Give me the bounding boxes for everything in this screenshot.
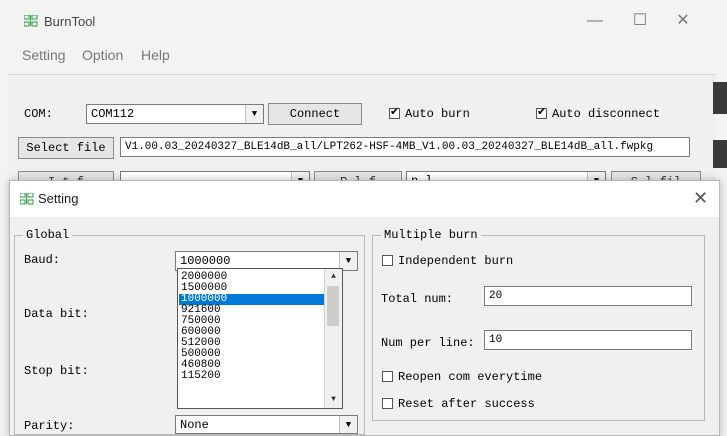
total-num-field[interactable]: 20 [484, 286, 692, 306]
burntool-app-icon [20, 193, 34, 205]
burntool-app-icon [24, 15, 38, 27]
num-per-line-field[interactable]: 10 [484, 330, 692, 350]
reset-after-success-box [382, 398, 393, 409]
baud-dropdown-list[interactable]: 2000000 1500000 1000000 921600 750000 60… [177, 268, 343, 409]
minimize-icon[interactable]: — [583, 11, 607, 31]
com-value: COM112 [91, 107, 135, 121]
chevron-down-icon[interactable]: ▼ [339, 416, 357, 433]
independent-burn-box [382, 255, 393, 266]
connect-button[interactable]: Connect [268, 103, 362, 125]
auto-disconnect-check-icon: ✔ [536, 107, 547, 119]
auto-disconnect-label: Auto disconnect [552, 107, 661, 121]
baud-option[interactable]: 115200 [179, 371, 324, 382]
auto-burn-label: Auto burn [405, 107, 470, 121]
data-bit-label: Data bit: [24, 307, 89, 321]
menubar: Setting Option Help [0, 44, 727, 70]
close-icon[interactable]: ✕ [693, 188, 708, 209]
parity-select[interactable]: None ▼ [175, 415, 358, 434]
dropdown-scrollbar[interactable]: ▲ ▼ [324, 269, 342, 408]
com-select[interactable]: COM112 ▼ [86, 104, 264, 124]
total-num-value: 20 [489, 290, 503, 302]
parity-value: None [180, 418, 209, 432]
dialog-titlebar[interactable]: Setting ✕ [10, 181, 719, 217]
com-label: COM: [24, 107, 53, 121]
select-file-button[interactable]: Select file [18, 137, 114, 159]
menu-setting[interactable]: Setting [22, 47, 66, 63]
file-path-value: V1.00.03_20240327_BLE14dB_all/LPT262-HSF… [125, 141, 654, 153]
total-num-label: Total num: [381, 292, 454, 306]
independent-burn-label: Independent burn [398, 254, 514, 268]
reset-after-success-label: Reset after success [398, 397, 535, 411]
num-per-line-value: 10 [489, 334, 503, 346]
reopen-com-label: Reopen com everytime [398, 370, 543, 384]
scroll-down-icon[interactable]: ▼ [325, 393, 342, 407]
num-per-line-label: Num per line: [381, 336, 475, 350]
background-window-edge [713, 140, 727, 168]
reopen-com-box [382, 371, 393, 382]
parity-label: Parity: [24, 419, 75, 433]
background-window-edge [713, 82, 727, 114]
baud-value: 1000000 [180, 254, 231, 268]
close-icon[interactable]: ✕ [671, 11, 695, 31]
window-title: BurnTool [44, 14, 96, 29]
multiple-burn-group-title: Multiple burn [381, 228, 481, 242]
stop-bit-label: Stop bit: [24, 364, 89, 378]
chevron-down-icon[interactable]: ▼ [245, 105, 263, 123]
scrollbar-thumb[interactable] [327, 286, 339, 326]
auto-burn-check-icon: ✔ [389, 107, 400, 119]
global-group-title: Global [23, 228, 73, 242]
scroll-up-icon[interactable]: ▲ [325, 270, 342, 284]
main-titlebar[interactable]: BurnTool — ☐ ✕ [0, 0, 727, 44]
maximize-icon[interactable]: ☐ [628, 11, 652, 31]
dialog-title: Setting [38, 191, 79, 206]
file-path-field[interactable]: V1.00.03_20240327_BLE14dB_all/LPT262-HSF… [120, 137, 690, 157]
menu-option[interactable]: Option [82, 47, 123, 63]
baud-label: Baud: [24, 253, 61, 267]
menu-help[interactable]: Help [141, 47, 170, 63]
setting-dialog: Setting ✕ Global Baud: 1000000 ▼ 2000000… [9, 180, 720, 436]
